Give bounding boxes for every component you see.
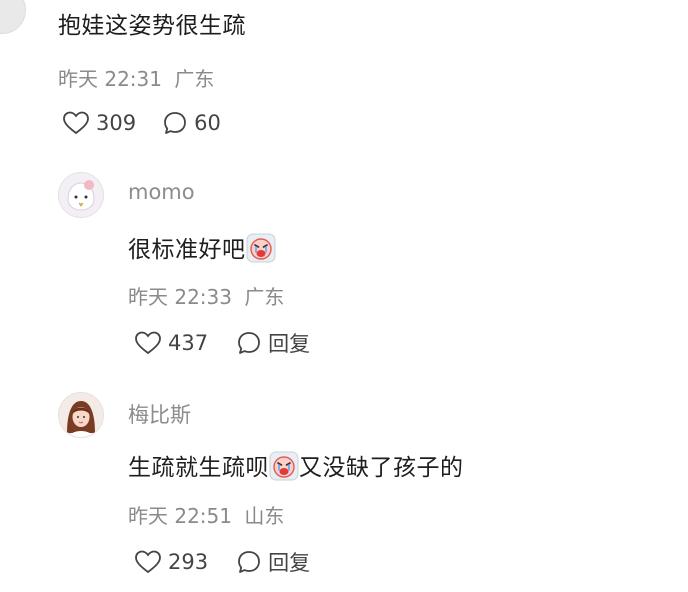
- momo-avatar-image: [59, 173, 103, 217]
- heart-icon[interactable]: [134, 330, 162, 356]
- crying-emoji-icon: [246, 233, 276, 263]
- meibisi-avatar-image: [59, 393, 103, 437]
- avatar[interactable]: [58, 392, 104, 438]
- avatar[interactable]: [58, 172, 104, 218]
- username[interactable]: momo: [128, 180, 195, 204]
- comment-bubble-icon[interactable]: [162, 110, 188, 136]
- reply-text: 很标准好吧: [128, 230, 276, 264]
- reply-location: 山东: [244, 504, 285, 528]
- reply-location: 广东: [244, 285, 285, 309]
- reply-meta: 昨天 22:51 山东: [128, 500, 284, 529]
- reply-text-part: 生疏就生疏呗: [128, 455, 269, 481]
- top-comment-avatar[interactable]: [0, 0, 26, 34]
- reply-actions: 293 回复: [134, 547, 310, 577]
- top-comment-actions: 309 60: [62, 110, 221, 136]
- like-count: 309: [96, 111, 137, 135]
- top-comment-time: 昨天 22:31: [58, 67, 162, 91]
- reply-time: 昨天 22:51: [128, 504, 232, 528]
- reply-text: 生疏就生疏呗 又没缺了孩子的: [128, 448, 464, 482]
- reply-count[interactable]: 60: [194, 111, 221, 135]
- heart-icon[interactable]: [62, 110, 90, 136]
- top-comment-meta: 昨天 22:31 广东: [58, 63, 214, 92]
- reply-button[interactable]: 回复: [268, 328, 310, 358]
- comment-bubble-icon[interactable]: [236, 330, 262, 356]
- top-comment-location: 广东: [174, 67, 215, 91]
- username[interactable]: 梅比斯: [128, 399, 191, 429]
- reply-text-part: 又没缺了孩子的: [299, 455, 464, 481]
- reply-button[interactable]: 回复: [268, 547, 310, 577]
- like-count: 437: [168, 331, 209, 355]
- reply-meta: 昨天 22:33 广东: [128, 281, 284, 310]
- heart-icon[interactable]: [134, 549, 162, 575]
- crying-emoji-icon: [269, 451, 299, 481]
- reply-time: 昨天 22:33: [128, 285, 232, 309]
- top-comment-text: 抱娃这姿势很生疏: [58, 13, 246, 39]
- comment-bubble-icon[interactable]: [236, 549, 262, 575]
- like-count: 293: [168, 550, 209, 574]
- reply-actions: 437 回复: [134, 328, 310, 358]
- reply-text-part: 很标准好吧: [128, 237, 246, 263]
